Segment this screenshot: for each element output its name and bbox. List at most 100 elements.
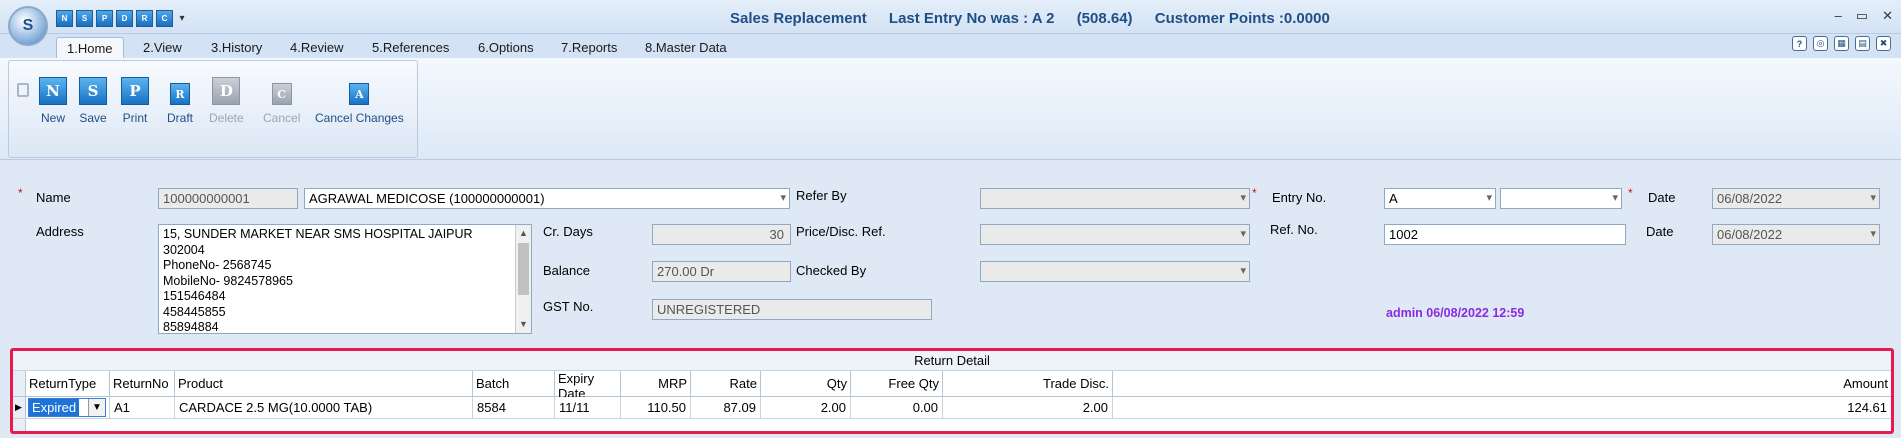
tab-review[interactable]: 4.Review [280,37,353,58]
cell-batch[interactable]: 8584 [473,397,555,419]
col-product[interactable]: Product [175,371,473,397]
cell-return-type[interactable]: Expired ▼ [26,397,110,419]
cancel-changes-button[interactable]: A Cancel Changes [315,77,404,125]
delete-button[interactable]: D Delete [209,77,244,125]
checked-by-combo[interactable] [980,261,1250,282]
gst-field: UNREGISTERED [652,299,932,320]
cell-rate[interactable]: 87.09 [691,397,761,419]
ribbon-panel: N New S Save P Print R Draft D Delete C … [0,58,1901,160]
col-qty[interactable]: Qty [761,371,851,397]
save-icon: S [79,77,107,105]
address-line: 15, SUNDER MARKET NEAR SMS HOSPITAL JAIP… [163,227,473,241]
price-ref-label: Price/Disc. Ref. [796,224,886,239]
new-row[interactable] [13,419,1891,431]
col-free-qty[interactable]: Free Qty [851,371,943,397]
exit-icon[interactable]: ✖ [1876,36,1891,51]
col-return-type[interactable]: ReturnType [26,371,110,397]
last-entry-info: Last Entry No was : A 2 [888,10,1055,27]
cell-trade-disc[interactable]: 2.00 [943,397,1113,419]
app-logo-letter: S [22,17,34,34]
window-controls: – ▭ ✕ [1835,8,1893,24]
entry-series-combo[interactable]: A [1384,188,1496,209]
col-trade-disc[interactable]: Trade Disc. [943,371,1113,397]
app-orb-button[interactable]: S [8,6,48,46]
tab-home[interactable]: 1.Home [56,37,124,58]
address-scrollbar[interactable]: ▲ ▼ [515,225,531,333]
scroll-thumb[interactable] [518,243,529,295]
notes-icon[interactable]: ▤ [1855,36,1870,51]
tab-references[interactable]: 5.References [362,37,459,58]
tab-master-data[interactable]: 8.Master Data [635,37,737,58]
gst-label: GST No. [543,299,594,314]
refer-by-label: Refer By [796,188,847,203]
party-code-field[interactable]: 100000000001 [158,188,298,209]
return-type-combo[interactable]: Expired ▼ [28,398,106,417]
entry-number-combo[interactable] [1500,188,1622,209]
quick-draft-icon[interactable]: R [136,10,153,27]
scroll-up-icon[interactable]: ▲ [519,226,528,242]
save-button[interactable]: S Save [79,77,107,125]
entry-date-picker[interactable]: 06/08/2022 [1712,188,1880,209]
tab-history[interactable]: 3.History [201,37,272,58]
tab-reports[interactable]: 7.Reports [551,37,627,58]
window-title: Sales Replacement Last Entry No was : A … [730,10,1348,27]
minimize-icon[interactable]: – [1835,8,1842,24]
grid-caption: Return Detail [13,351,1891,371]
close-icon[interactable]: ✕ [1882,8,1893,24]
address-line: 458445855 [163,304,226,319]
maximize-icon[interactable]: ▭ [1856,8,1868,24]
row-indicator-header [13,371,26,396]
cell-return-no[interactable]: A1 [110,397,175,419]
entry-form: * Name 100000000001 AGRAWAL MEDICOSE (10… [0,160,1901,344]
print-button[interactable]: P Print [121,77,149,125]
quick-save-icon[interactable]: S [76,10,93,27]
address-line: 151546484 [163,289,226,303]
quick-new-icon[interactable]: N [56,10,73,27]
cell-amount[interactable]: 124.61 [1113,397,1891,419]
quick-print-icon[interactable]: P [96,10,113,27]
ref-date-picker[interactable]: 06/08/2022 [1712,224,1880,245]
col-rate[interactable]: Rate [691,371,761,397]
required-marker: * [1628,186,1633,200]
address-label: Address [36,224,84,239]
settings-icon[interactable]: ◎ [1813,36,1828,51]
address-line: 85894884 [163,320,219,334]
audit-info: admin 06/08/2022 12:59 [1386,306,1525,320]
cell-mrp[interactable]: 110.50 [621,397,691,419]
balance-field: 270.00 Dr [652,261,791,282]
scroll-down-icon[interactable]: ▼ [519,317,528,333]
cell-product[interactable]: CARDACE 2.5 MG(10.0000 TAB) [175,397,473,419]
cancel-button[interactable]: C Cancel [263,77,300,125]
calculator-icon[interactable]: ▦ [1834,36,1849,51]
tab-view[interactable]: 2.View [133,37,192,58]
cell-expiry[interactable]: 11/11 [555,397,621,419]
price-ref-combo[interactable] [980,224,1250,245]
col-batch[interactable]: Batch [473,371,555,397]
refer-by-combo[interactable] [980,188,1250,209]
ref-no-input[interactable]: 1002 [1384,224,1626,245]
help-icon[interactable]: ? [1792,36,1807,51]
cell-qty[interactable]: 2.00 [761,397,851,419]
current-row-indicator-icon [13,397,26,418]
col-expiry-date[interactable]: Expiry Date [555,371,621,397]
tab-options[interactable]: 6.Options [468,37,544,58]
quick-delete-icon[interactable]: D [116,10,133,27]
form-title: Sales Replacement [730,10,867,27]
table-row[interactable]: Expired ▼ A1 CARDACE 2.5 MG(10.0000 TAB)… [13,397,1891,419]
chevron-down-icon[interactable]: ▼ [88,399,105,416]
cr-days-field[interactable]: 30 [652,224,791,245]
ribbon-group-actions: N New S Save P Print R Draft D Delete C … [8,60,418,158]
col-mrp[interactable]: MRP [621,371,691,397]
col-amount[interactable]: Amount [1113,371,1891,397]
address-textarea[interactable]: 15, SUNDER MARKET NEAR SMS HOSPITAL JAIP… [158,224,532,334]
new-button[interactable]: N New [39,77,67,125]
draft-button[interactable]: R Draft [167,77,193,125]
party-name-combo[interactable]: AGRAWAL MEDICOSE (100000000001) [304,188,790,209]
checked-by-label: Checked By [796,263,867,278]
col-return-no[interactable]: ReturnNo [110,371,175,397]
grid-header: ReturnType ReturnNo Product Batch Expiry… [13,371,1891,397]
quick-access-dropdown-icon[interactable]: ▾ [176,10,188,27]
cancel-changes-icon: A [349,83,370,105]
cell-free-qty[interactable]: 0.00 [851,397,943,419]
quick-cancel-icon[interactable]: C [156,10,173,27]
